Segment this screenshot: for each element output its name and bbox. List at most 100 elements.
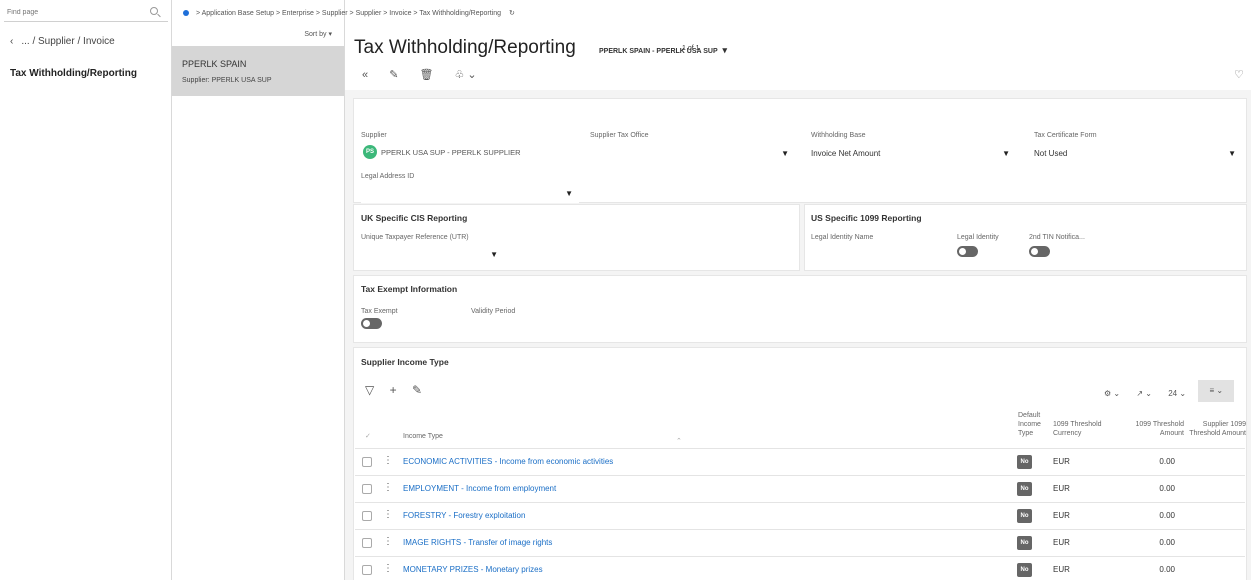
col-supplier-threshold-amount[interactable]: Supplier 1099 Threshold Amount <box>1187 420 1246 438</box>
sort-icon[interactable]: ⌃ <box>676 437 682 446</box>
col-threshold-amount[interactable]: 1099 Threshold Amount <box>1126 420 1184 438</box>
tin-notification-label: 2nd TIN Notifica... <box>1029 234 1085 241</box>
caret-down-icon[interactable]: ▼ <box>781 149 789 158</box>
sort-by-label[interactable]: Sort by <box>304 31 326 38</box>
page-size-select[interactable]: 24 ⌄ <box>1168 389 1186 398</box>
income-type-link[interactable]: FORESTRY - Forestry exploitation <box>403 511 525 520</box>
tax-cert-value[interactable]: Not Used <box>1034 149 1067 158</box>
utr-label: Unique Taxpayer Reference (UTR) <box>361 234 469 241</box>
general-panel: Supplier PS PPERLK USA SUP - PPERLK SUPP… <box>353 98 1247 203</box>
table-options: ⚙ ⌄ ↗ ⌄ 24 ⌄ ≡ ⌄ <box>1104 380 1235 402</box>
refresh-icon[interactable]: ↻ <box>509 10 515 17</box>
home-icon[interactable] <box>183 10 189 17</box>
nav-item-tax-withholding[interactable]: Tax Withholding/Reporting <box>10 68 137 79</box>
kebab-menu-icon[interactable]: ⋮ <box>383 455 393 466</box>
row-checkbox[interactable] <box>362 484 372 494</box>
edit-icon[interactable]: ✎ <box>412 383 422 397</box>
tax-exempt-toggle[interactable] <box>361 318 382 329</box>
bell-icon[interactable]: ♧ ⌄ <box>455 69 477 81</box>
record-list: Sort by ▾ PPERLK SPAIN Supplier: PPERLK … <box>172 0 345 580</box>
breadcrumb-item[interactable]: Application Base Setup <box>202 10 274 17</box>
kebab-menu-icon[interactable]: ⋮ <box>383 536 393 547</box>
delete-icon[interactable]: 🗑 <box>419 69 433 81</box>
default-badge: No <box>1017 455 1032 469</box>
favorite-icon[interactable]: ♡ <box>1234 68 1244 81</box>
amount-cell: 0.00 <box>1159 565 1175 574</box>
page-size-value[interactable]: 24 <box>1168 389 1177 398</box>
kebab-menu-icon[interactable]: ⋮ <box>383 563 393 574</box>
collapse-icon[interactable]: « <box>362 69 368 81</box>
caret-down-icon[interactable]: ▾ <box>328 31 332 38</box>
legal-address-select[interactable]: ▼ <box>361 183 579 203</box>
record-selector[interactable]: PPERLK SPAIN - PPERLK USA SUP ▾ <box>599 45 727 56</box>
record-count: 1 of 1 <box>682 45 700 52</box>
caret-down-icon[interactable]: ▾ <box>722 45 727 55</box>
caret-down-icon[interactable]: ▼ <box>1228 149 1236 158</box>
table-row[interactable]: ⋮ IMAGE RIGHTS - Transfer of image right… <box>355 529 1245 556</box>
breadcrumb-item[interactable]: Supplier <box>322 10 348 17</box>
kebab-menu-icon[interactable]: ⋮ <box>383 482 393 493</box>
utr-select[interactable]: ▼ <box>361 244 504 264</box>
table-row[interactable]: ⋮ MONETARY PRIZES - Monetary prizes No E… <box>355 556 1245 580</box>
tin-notification-toggle[interactable] <box>1029 246 1050 257</box>
table-row[interactable]: ⋮ FORESTRY - Forestry exploitation No EU… <box>355 502 1245 529</box>
settings-icon[interactable]: ⚙ ⌄ <box>1104 389 1120 398</box>
tax-cert-select[interactable]: Not Used ▼ <box>1029 143 1242 163</box>
breadcrumb-item[interactable]: Enterprise <box>282 10 314 17</box>
table-row[interactable]: ⋮ ECONOMIC ACTIVITIES - Income from econ… <box>355 448 1245 475</box>
table-row[interactable]: ⋮ EMPLOYMENT - Income from employment No… <box>355 475 1245 502</box>
col-income-type[interactable]: Income Type <box>403 432 443 441</box>
col-default-income-type[interactable]: Default Income Type <box>1018 411 1046 438</box>
currency-cell: EUR <box>1053 538 1070 547</box>
amount-cell: 0.00 <box>1159 538 1175 547</box>
select-all-check-icon[interactable]: ✓ <box>365 432 371 441</box>
default-badge: No <box>1017 536 1032 550</box>
caret-down-icon[interactable]: ▼ <box>565 189 573 198</box>
us-1099-panel: US Specific 1099 Reporting Legal Identit… <box>804 204 1247 271</box>
table-toolbar: ▽ + ✎ <box>365 383 422 397</box>
row-checkbox[interactable] <box>362 565 372 575</box>
income-type-title: Supplier Income Type <box>361 357 449 367</box>
income-type-link[interactable]: IMAGE RIGHTS - Transfer of image rights <box>403 538 552 547</box>
amount-cell: 0.00 <box>1159 511 1175 520</box>
breadcrumb: > Application Base Setup > Enterprise > … <box>183 9 515 17</box>
back-navigation[interactable]: ‹ ... / Supplier / Invoice <box>10 36 115 47</box>
withholding-base-value[interactable]: Invoice Net Amount <box>811 149 880 158</box>
default-badge: No <box>1017 482 1032 496</box>
page-title: Tax Withholding/Reporting <box>354 37 576 58</box>
caret-down-icon[interactable]: ▼ <box>490 250 498 259</box>
record-card[interactable]: PPERLK SPAIN Supplier: PPERLK USA SUP <box>172 46 344 96</box>
back-nav-label[interactable]: ... / Supplier / Invoice <box>21 36 114 47</box>
legal-identity-label: Legal Identity <box>957 234 999 241</box>
income-type-link[interactable]: EMPLOYMENT - Income from employment <box>403 484 556 493</box>
record-title: PPERLK SPAIN <box>182 59 247 69</box>
withholding-base-select[interactable]: Invoice Net Amount ▼ <box>806 143 1016 163</box>
breadcrumb-item[interactable]: Supplier <box>356 10 382 17</box>
row-checkbox[interactable] <box>362 538 372 548</box>
income-type-link[interactable]: MONETARY PRIZES - Monetary prizes <box>403 565 543 574</box>
col-threshold-currency[interactable]: 1099 Threshold Currency <box>1053 420 1103 438</box>
tax-office-select[interactable]: ▼ <box>585 143 795 163</box>
export-icon[interactable]: ↗ ⌄ <box>1136 389 1152 398</box>
add-icon[interactable]: + <box>390 383 397 397</box>
edit-icon[interactable]: ✎ <box>389 69 398 81</box>
avatar: PS <box>363 145 377 159</box>
row-checkbox[interactable] <box>362 457 372 467</box>
filter-icon[interactable]: ▽ <box>365 383 374 397</box>
legal-identity-name-label: Legal Identity Name <box>811 234 874 241</box>
find-page-box[interactable] <box>4 4 168 22</box>
supplier-label: Supplier <box>361 132 387 139</box>
legal-identity-toggle[interactable] <box>957 246 978 257</box>
currency-cell: EUR <box>1053 511 1070 520</box>
view-mode-button[interactable]: ≡ ⌄ <box>1198 380 1235 402</box>
caret-down-icon[interactable]: ▼ <box>1002 149 1010 158</box>
chevron-left-icon[interactable]: ‹ <box>10 36 13 47</box>
search-icon[interactable] <box>150 7 158 15</box>
kebab-menu-icon[interactable]: ⋮ <box>383 509 393 520</box>
legal-identity-name-input[interactable] <box>811 244 951 264</box>
find-page-input[interactable] <box>4 4 144 20</box>
income-type-link[interactable]: ECONOMIC ACTIVITIES - Income from econom… <box>403 457 613 466</box>
sort-by-button[interactable]: Sort by ▾ <box>304 30 332 38</box>
row-checkbox[interactable] <box>362 511 372 521</box>
breadcrumb-item[interactable]: Invoice <box>389 10 411 17</box>
